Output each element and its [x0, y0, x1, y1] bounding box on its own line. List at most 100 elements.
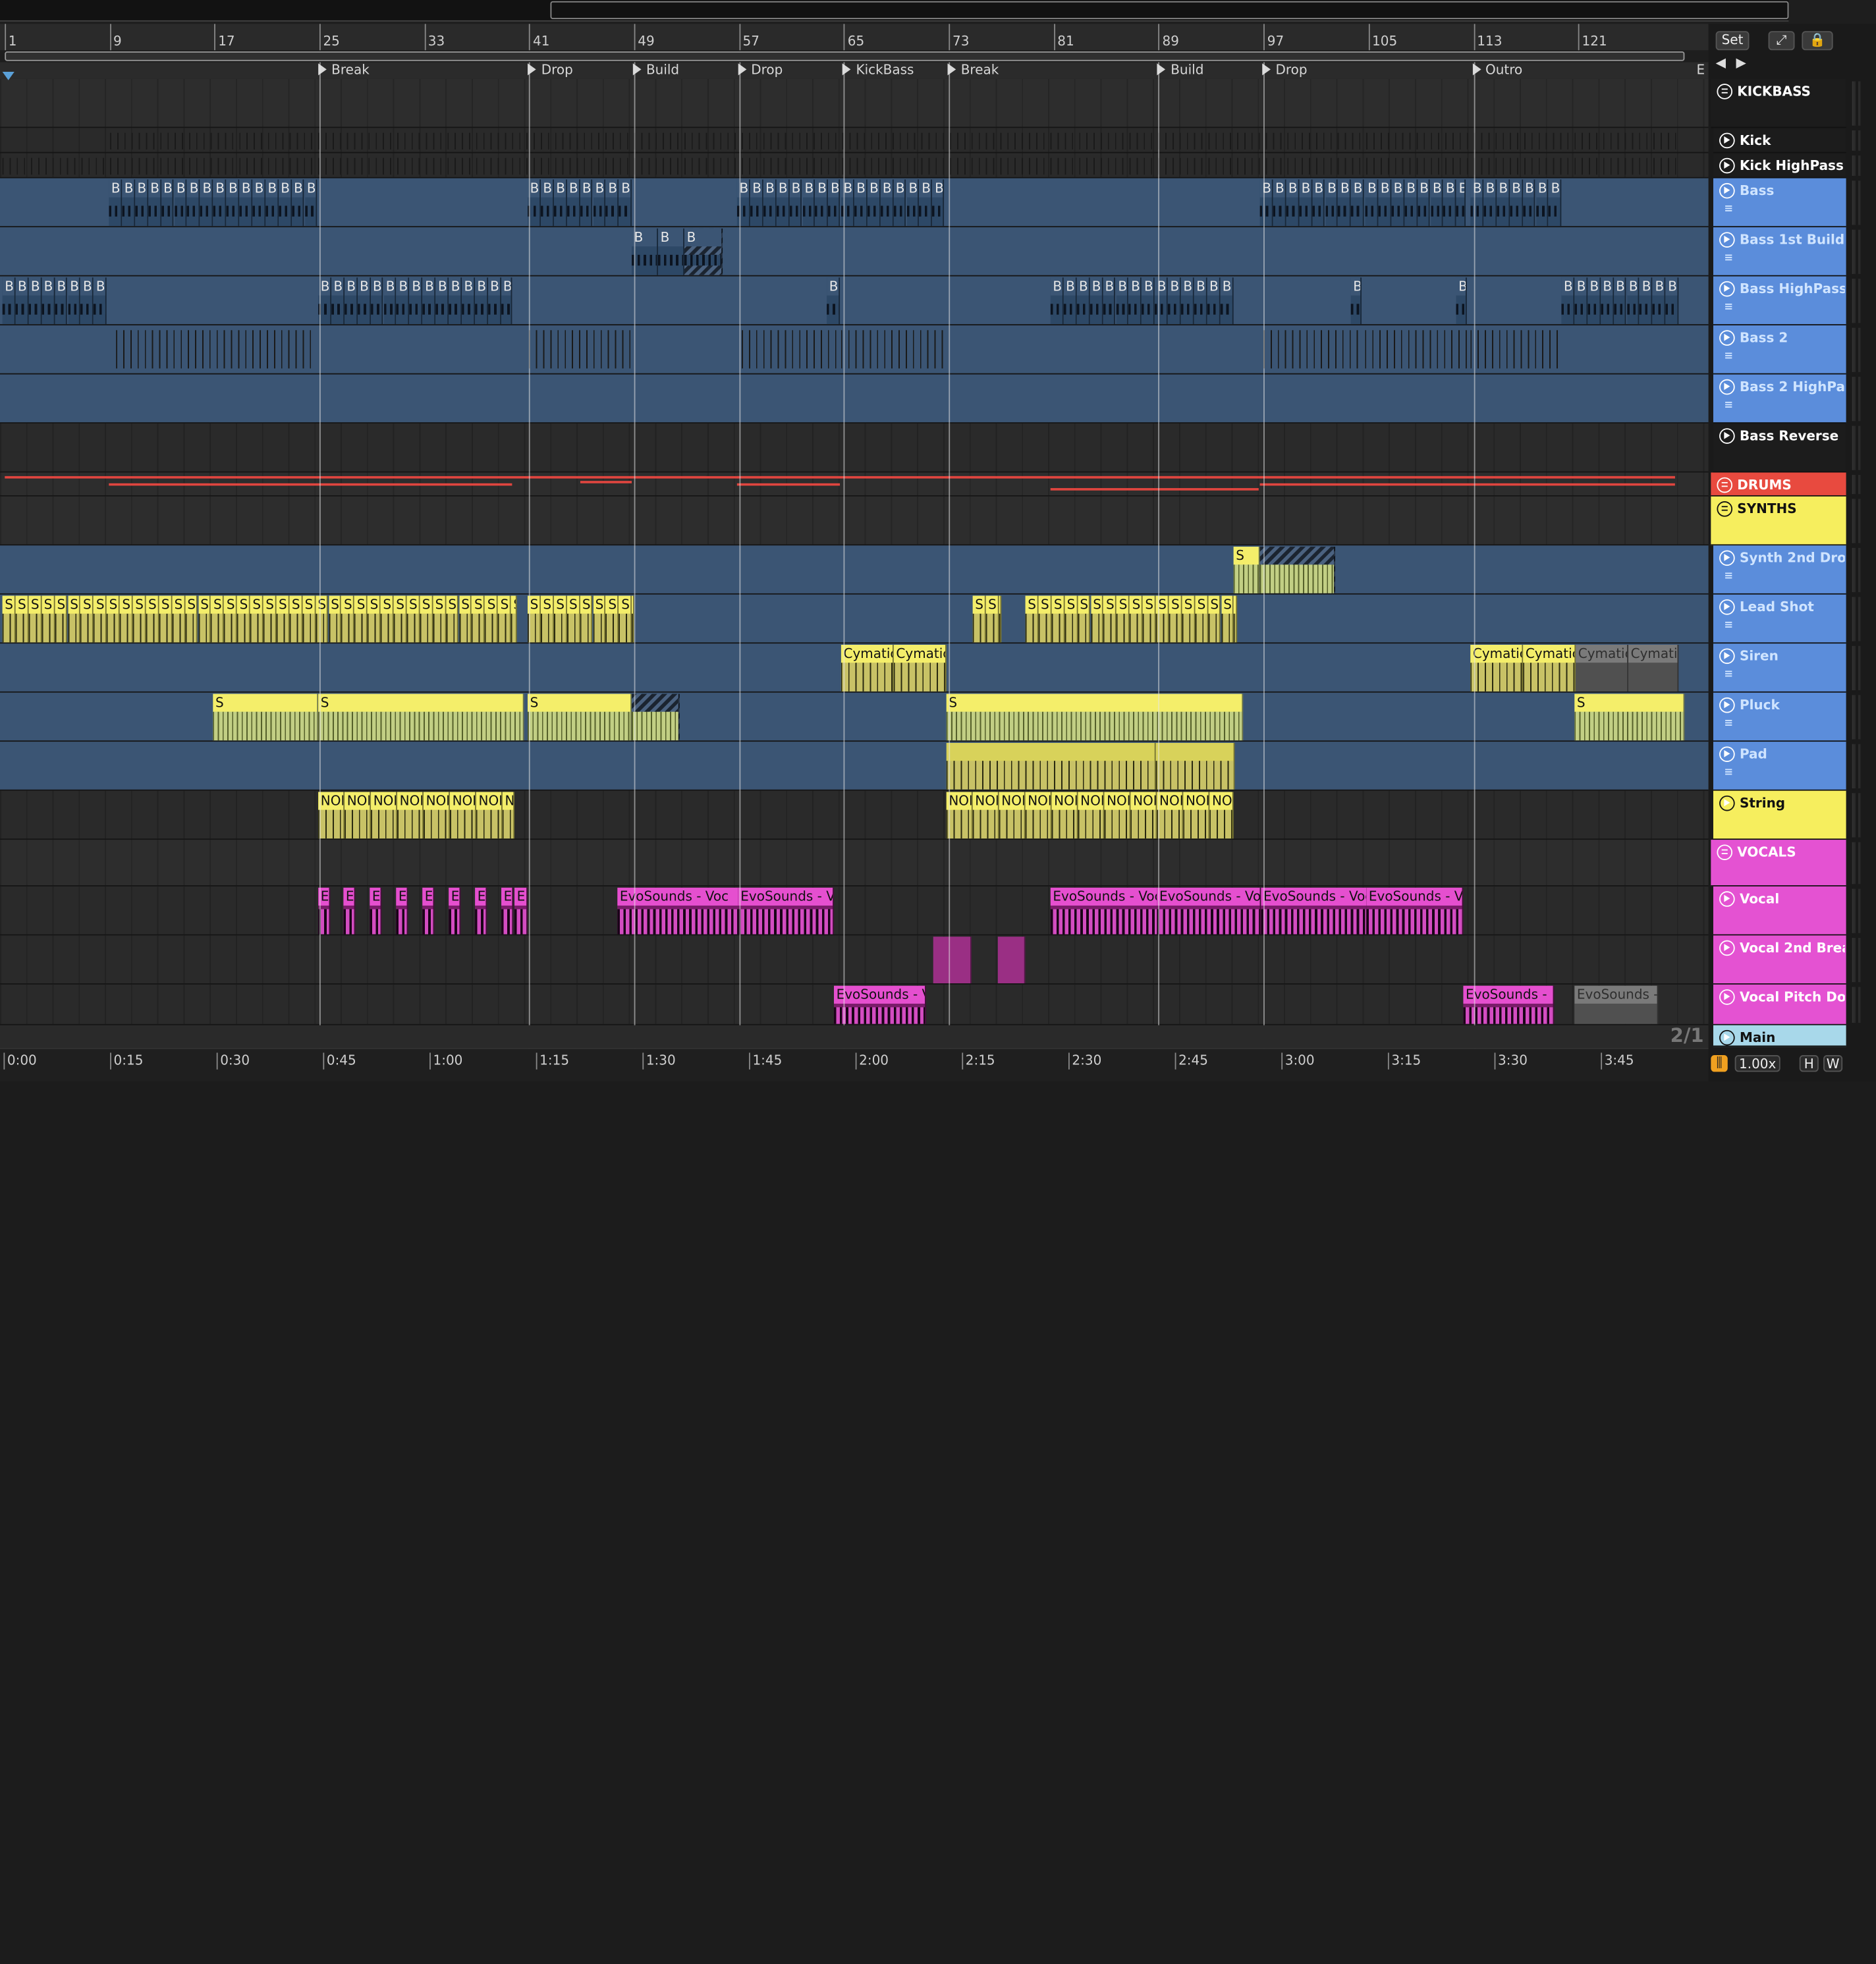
clip[interactable]: NOI [1130, 792, 1157, 839]
arrangement-overview[interactable] [0, 0, 1789, 22]
track-header-bass-2[interactable]: Bass 2 ≡ [1713, 325, 1846, 375]
clip[interactable]: B [750, 179, 763, 227]
clip[interactable]: B [880, 179, 894, 227]
clip[interactable]: B [239, 179, 253, 227]
clip[interactable]: EvoSounds - Voc [738, 887, 834, 935]
clip[interactable]: B [1128, 277, 1142, 325]
clip[interactable]: B [1613, 277, 1627, 325]
clip[interactable]: B [1456, 277, 1467, 325]
clip[interactable]: S [1207, 595, 1221, 643]
locator-outro[interactable]: Outro [1472, 62, 1522, 78]
track-header-vocal-pitch-do[interactable]: Vocal Pitch Do [1713, 984, 1846, 1025]
play-icon[interactable] [1719, 1029, 1735, 1046]
clip[interactable]: B [409, 277, 423, 325]
clip[interactable]: Cymatic [1628, 645, 1679, 692]
clip[interactable]: S [211, 595, 225, 643]
clip[interactable]: EvoSounds - Voc [1261, 887, 1368, 935]
lane-vocal-pitch-do[interactable]: EvoSounds - V EvoSounds - EvoSounds - [0, 984, 1709, 1025]
clip[interactable]: NOI [371, 792, 398, 839]
play-icon[interactable] [1719, 940, 1735, 956]
clip[interactable]: B [1443, 179, 1456, 227]
clip[interactable]: S [80, 595, 94, 643]
clip[interactable]: NOI [1025, 792, 1052, 839]
clip[interactable] [632, 694, 680, 741]
overview-window[interactable] [550, 1, 1789, 20]
clip[interactable]: B [291, 179, 305, 227]
clip[interactable]: B [619, 179, 632, 227]
clip[interactable]: E [370, 887, 382, 935]
clip[interactable]: B [252, 179, 265, 227]
track-header-lead-shot[interactable]: Lead Shot ≡ [1713, 594, 1846, 644]
clip[interactable]: S [1051, 595, 1064, 643]
clip[interactable]: B [187, 179, 200, 227]
lane-bass-1st-build[interactable]: BBB [0, 227, 1709, 277]
clip[interactable]: B [461, 277, 475, 325]
track-header-bass-1st-build[interactable]: Bass 1st Build ≡ [1713, 227, 1846, 277]
clip[interactable]: B [1522, 179, 1536, 227]
clip[interactable]: B [1325, 179, 1338, 227]
clip[interactable]: B [1155, 277, 1168, 325]
clip[interactable]: NOI [397, 792, 424, 839]
group-icon[interactable] [1717, 84, 1733, 99]
clip[interactable]: E [396, 887, 408, 935]
clip[interactable]: E [422, 887, 435, 935]
clip[interactable]: S [1233, 547, 1260, 593]
clip[interactable]: NOI [423, 792, 450, 839]
clip[interactable] [997, 937, 1026, 984]
clip[interactable]: B [396, 277, 410, 325]
clip[interactable]: E [449, 887, 461, 935]
clip[interactable]: B [422, 277, 436, 325]
track-header-kickbass[interactable]: KICKBASS [1711, 78, 1846, 128]
clip[interactable]: S [972, 595, 986, 643]
track-header-synth-2nd-drop[interactable]: Synth 2nd Drop ≡ [1713, 545, 1846, 595]
clip[interactable]: S [380, 595, 394, 643]
clip[interactable]: S [276, 595, 290, 643]
clip[interactable]: NOI [318, 792, 345, 839]
clip[interactable]: S [1234, 595, 1238, 643]
clip[interactable]: B [134, 179, 148, 227]
clip[interactable]: B [1640, 277, 1653, 325]
track-header-main[interactable]: Main [1713, 1025, 1846, 1047]
clip[interactable]: E [514, 887, 528, 935]
play-icon[interactable] [1719, 182, 1735, 199]
clip[interactable]: S [485, 595, 498, 643]
clip[interactable]: B [1561, 277, 1575, 325]
clip[interactable]: B [1417, 179, 1431, 227]
clip[interactable]: NOI [1104, 792, 1131, 839]
clip[interactable]: Cymatic [1523, 645, 1576, 692]
lane-bass-reverse[interactable] [0, 423, 1709, 473]
track-header-kick[interactable]: Kick [1713, 128, 1846, 153]
clip[interactable]: S [1103, 595, 1117, 643]
clip[interactable]: B [435, 277, 449, 325]
lane-lead-shot[interactable]: SSSSSSSSSSSSSSSSSSSSSSSSSSSSSSSSSSSSSSSS… [0, 594, 1709, 644]
clip[interactable]: S [619, 595, 632, 643]
clip[interactable]: B [605, 179, 619, 227]
locator-end[interactable]: E [1697, 62, 1705, 78]
clip[interactable]: B [1496, 179, 1510, 227]
clip[interactable]: S [592, 595, 606, 643]
clip[interactable]: B [1286, 179, 1299, 227]
clip[interactable]: B [304, 179, 318, 227]
clip[interactable]: B [1220, 277, 1233, 325]
back-icon[interactable]: ◀ [1716, 55, 1726, 71]
clip[interactable]: B [54, 277, 68, 325]
clip[interactable]: E [343, 887, 356, 935]
clip[interactable]: B [278, 179, 292, 227]
track-header-vocal[interactable]: Vocal [1713, 886, 1846, 936]
clip[interactable]: B [1311, 179, 1325, 227]
clip[interactable]: B [1535, 179, 1549, 227]
lane-bass-2-highpas[interactable] [0, 374, 1709, 423]
clip[interactable]: S [445, 595, 459, 643]
clip[interactable]: B [854, 179, 868, 227]
track-lanes[interactable]: BBBBBBBBBBBBBBBBBBBBBBBBBBBBBBBBBBBBBBBB… [0, 78, 1709, 1025]
clip[interactable]: NOI [1183, 792, 1210, 839]
clip[interactable]: B [1404, 179, 1418, 227]
lane-vocals[interactable] [0, 840, 1709, 887]
clip[interactable]: NOI [1078, 792, 1105, 839]
play-icon[interactable] [1719, 697, 1735, 713]
clip[interactable]: B [1549, 179, 1562, 227]
clip[interactable]: B [776, 179, 790, 227]
clip[interactable]: B [1194, 277, 1207, 325]
clip[interactable]: S [224, 595, 237, 643]
clip[interactable]: B [174, 179, 188, 227]
